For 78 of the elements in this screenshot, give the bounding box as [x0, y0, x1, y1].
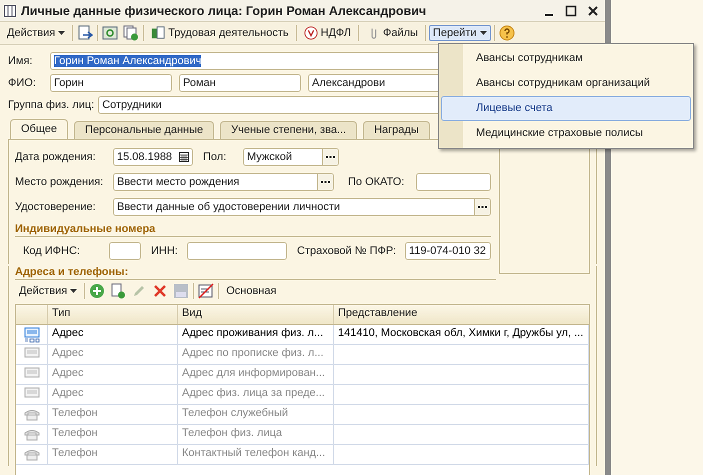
table-cell: Телефон: [48, 405, 178, 424]
main-button[interactable]: Основная: [222, 283, 280, 299]
table-cell: Адрес для информирован...: [178, 365, 334, 384]
table-cell: Телефон служебный: [178, 405, 334, 424]
field-label: Имя:: [8, 55, 34, 67]
field-label: Удостоверение:: [15, 200, 97, 212]
crossed-list-icon[interactable]: [198, 283, 214, 299]
table-cell: Адрес по прописке физ. л...: [178, 345, 334, 364]
table-cell: Адрес: [48, 365, 178, 384]
document-icon: [151, 26, 166, 40]
address-card-icon: [22, 326, 40, 342]
id-document-field[interactable]: Ввести данные об удостоверении личности: [113, 198, 491, 216]
tab[interactable]: Награды: [363, 121, 430, 139]
sex-field[interactable]: Мужской: [243, 148, 339, 166]
copy-add-icon[interactable]: [123, 25, 140, 41]
field-label: По ОКАТО:: [348, 176, 406, 188]
ndfl-button[interactable]: НДФЛ: [300, 24, 355, 42]
fio-field[interactable]: Роман: [179, 74, 301, 92]
maximize-icon[interactable]: [565, 4, 577, 16]
table-cell: Контактный телефон канд...: [178, 445, 334, 464]
pfr-field[interactable]: 119-074-010 32: [405, 242, 491, 260]
ifns-code-field[interactable]: [109, 242, 141, 260]
field-label: Страховой № ПФР:: [297, 244, 398, 256]
field-label: Группа физ. лиц:: [8, 99, 94, 111]
table-cell: Телефон: [48, 445, 178, 464]
table-icon: [4, 4, 16, 16]
select-button[interactable]: [317, 174, 333, 190]
tab[interactable]: Персональные данные: [74, 121, 214, 139]
section-title: Адреса и телефоны:: [15, 266, 496, 280]
menu-item[interactable]: Лицевые счета: [441, 96, 691, 121]
ellipsis-icon: [326, 155, 335, 158]
copy-add-icon[interactable]: [110, 283, 126, 299]
table-cell: 141410, Московская обл, Химки г, Дружбы ул, ...: [334, 325, 589, 344]
column-header[interactable]: Тип: [48, 305, 178, 324]
labor-activity-button[interactable]: Трудовая деятельность: [147, 24, 293, 42]
table-cell: Адрес: [48, 385, 178, 404]
actions-menu-button[interactable]: Действия: [15, 283, 82, 299]
table-cell: Телефон: [48, 425, 178, 444]
table-cell: Адрес: [48, 325, 178, 344]
section-title: Индивидуальные номера: [15, 223, 491, 237]
table-cell: Адрес: [48, 345, 178, 364]
birth-place-field[interactable]: Ввести место рождения: [113, 172, 334, 190]
field-label: Пол:: [203, 150, 228, 162]
table-cell: Адрес физ. лица за преде...: [178, 385, 334, 404]
emblem-icon: [304, 26, 318, 40]
field-label: ФИО:: [8, 77, 37, 89]
tab[interactable]: Общее: [10, 119, 68, 139]
caret-icon: [480, 31, 487, 35]
actions-menu-button[interactable]: Действия: [3, 25, 70, 41]
caret-icon: [58, 31, 66, 35]
date-field[interactable]: 15.08.1988: [113, 148, 193, 166]
add-icon[interactable]: [89, 283, 106, 299]
menu-item[interactable]: Медицинские страховые полисы: [441, 121, 691, 146]
caret-icon: [70, 289, 78, 293]
calendar-icon[interactable]: [179, 152, 189, 162]
field-label: Код ИФНС:: [22, 244, 81, 256]
okato-field[interactable]: [416, 172, 491, 190]
close-icon[interactable]: [587, 4, 599, 16]
window-title: Личные данные физического лица: Горин Роман Александрович: [21, 4, 428, 18]
field-label: Дата рождения:: [15, 150, 97, 162]
table-cell: Телефон физ. лица: [178, 425, 334, 444]
help-icon[interactable]: [498, 25, 515, 41]
fio-field[interactable]: Горин: [50, 74, 172, 92]
column-header[interactable]: Вид: [178, 305, 334, 324]
select-button[interactable]: [322, 148, 338, 164]
document-arrow-icon[interactable]: [77, 25, 94, 41]
ellipsis-icon: [478, 205, 487, 208]
column-header[interactable]: Представление: [334, 305, 589, 324]
field-label: ИНН:: [151, 244, 179, 256]
field-label: Место рождения:: [15, 176, 104, 188]
select-button[interactable]: [474, 198, 490, 214]
delete-icon[interactable]: [152, 283, 168, 299]
goto-menu-button[interactable]: Перейти: [428, 25, 491, 41]
ellipsis-icon: [321, 180, 330, 183]
table-cell: Адрес проживания физ. л...: [178, 325, 334, 344]
files-button[interactable]: Файлы: [362, 24, 422, 42]
tab[interactable]: Ученые степени, зва...: [220, 121, 358, 139]
inn-field[interactable]: [187, 242, 287, 260]
